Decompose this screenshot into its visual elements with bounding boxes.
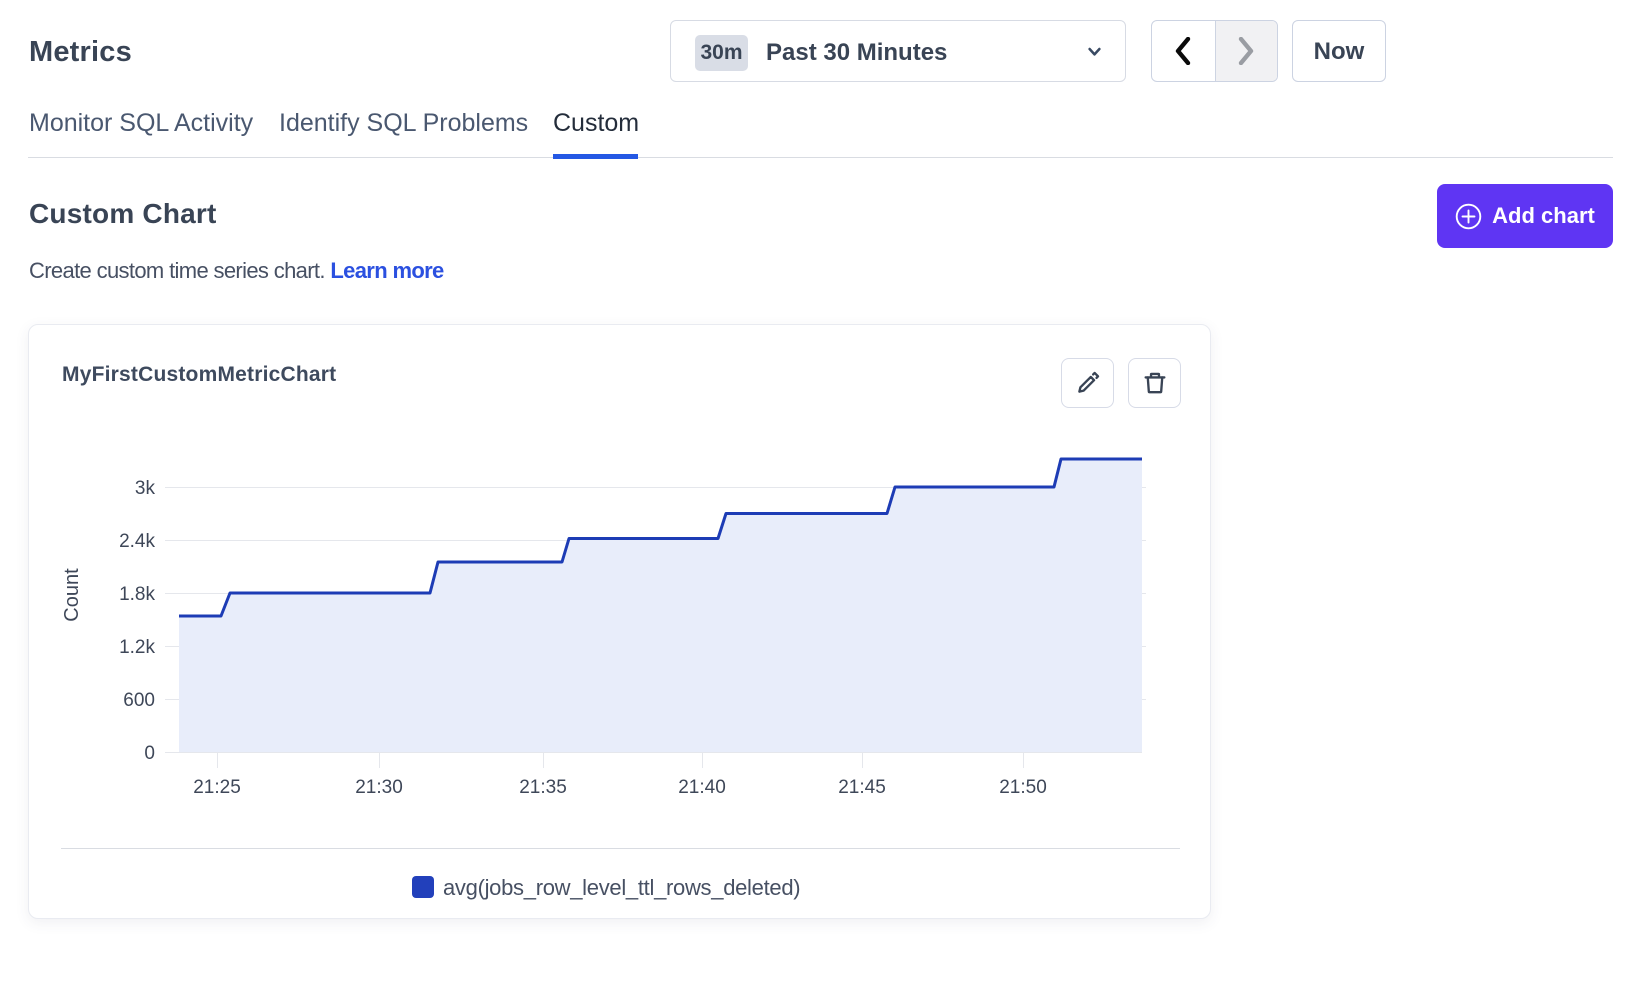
svg-text:2.4k: 2.4k: [119, 531, 155, 552]
svg-text:1.2k: 1.2k: [119, 637, 155, 658]
svg-text:21:30: 21:30: [355, 777, 403, 798]
svg-text:21:25: 21:25: [193, 777, 241, 798]
svg-text:3k: 3k: [135, 478, 156, 499]
svg-text:600: 600: [123, 690, 155, 711]
svg-text:21:50: 21:50: [999, 777, 1047, 798]
svg-text:21:40: 21:40: [678, 777, 726, 798]
svg-text:1.8k: 1.8k: [119, 584, 155, 605]
svg-text:21:35: 21:35: [519, 777, 567, 798]
svg-text:Count: Count: [61, 568, 83, 622]
svg-text:21:45: 21:45: [838, 777, 886, 798]
svg-text:0: 0: [144, 743, 155, 764]
